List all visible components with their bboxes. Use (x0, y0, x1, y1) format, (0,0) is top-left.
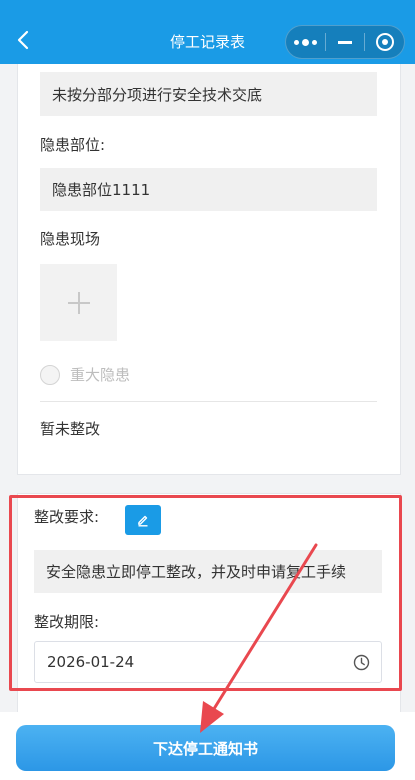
issue-stop-notice-button[interactable]: 下达停工通知书 (16, 725, 395, 771)
minimize-icon (338, 40, 352, 44)
requirement-field[interactable]: 安全隐患立即停工整改，并及时申请复工手续 (34, 550, 382, 593)
deadline-date-picker[interactable]: 2026-01-24 (34, 641, 382, 683)
rectify-status: 暂未整改 (40, 420, 101, 438)
deadline-label: 整改期限: (34, 613, 100, 631)
back-button[interactable] (14, 28, 32, 52)
major-hazard-radio[interactable] (40, 365, 60, 385)
nav-bar: 停工记录表 (0, 0, 415, 64)
mini-program-capsule (285, 25, 405, 59)
major-hazard-label: 重大隐患 (70, 366, 131, 384)
edit-requirement-button[interactable] (125, 505, 161, 535)
minimize-button[interactable] (326, 26, 365, 58)
hazard-location-field[interactable]: 隐患部位1111 (40, 168, 377, 211)
clock-icon (353, 654, 370, 671)
requirement-label: 整改要求: (34, 508, 100, 526)
chevron-left-icon (17, 30, 29, 50)
page-title: 停工记录表 (169, 32, 245, 51)
divider (40, 401, 377, 402)
more-dots-icon (293, 38, 317, 46)
hazard-location-label: 隐患部位: (40, 136, 106, 154)
violation-field[interactable]: 未按分部分项进行安全技术交底 (40, 72, 377, 116)
close-button[interactable] (365, 26, 404, 58)
plus-icon (67, 291, 90, 314)
target-icon (375, 33, 394, 51)
hazard-photo-label: 隐患现场 (40, 230, 101, 248)
more-button[interactable] (286, 26, 325, 58)
deadline-value: 2026-01-24 (47, 653, 135, 671)
edit-icon (138, 515, 148, 527)
photo-upload-button[interactable] (40, 264, 117, 341)
